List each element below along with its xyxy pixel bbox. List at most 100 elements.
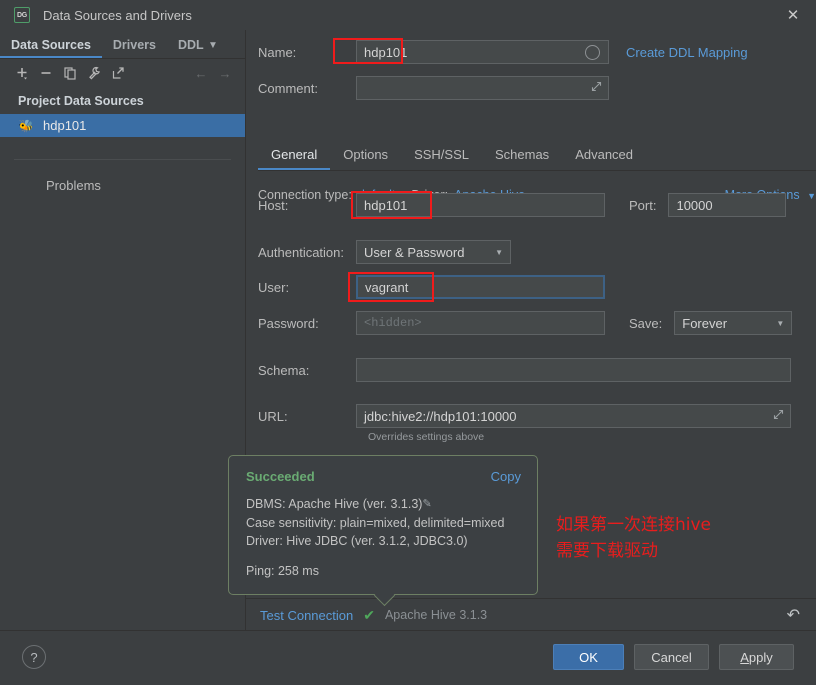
save-label: Save: (629, 315, 663, 331)
apply-label-mnemonic: A (740, 649, 749, 665)
tab-options[interactable]: Options (330, 147, 401, 170)
sidebar-toolbar: ← → (0, 59, 245, 87)
dialog-footer: ? OK Cancel Apply (0, 630, 816, 685)
comment-input[interactable] (356, 76, 609, 100)
sidebar-item-label: hdp101 (43, 118, 87, 133)
dialog-window: DG Data Sources and Drivers ✕ Data Sourc… (0, 0, 816, 685)
add-icon[interactable] (10, 62, 34, 84)
tooltip-body: DBMS: Apache Hive (ver. 3.1.3)✎ Case sen… (229, 484, 537, 550)
sidebar: Data Sources Drivers DDL ▼ ← → Project D… (0, 30, 246, 630)
window-title: Data Sources and Drivers (43, 7, 192, 23)
port-input-value: 10000 (676, 197, 713, 213)
test-connection-link[interactable]: Test Connection (260, 608, 353, 623)
help-button[interactable]: ? (22, 645, 46, 669)
revert-icon[interactable]: ↶ (787, 605, 800, 625)
comment-label: Comment: (258, 80, 318, 96)
tooltip-ping: Ping: 258 ms (246, 564, 319, 578)
port-input[interactable]: 10000 (668, 193, 787, 217)
name-row: Name: hdp101 Create DDL Mapping (258, 40, 748, 64)
chevron-down-icon: ▼ (776, 318, 785, 328)
back-arrow-icon[interactable]: ← (189, 62, 213, 84)
forward-arrow-icon[interactable]: → (213, 62, 237, 84)
hive-icon: 🐝 (18, 118, 34, 133)
host-label: Host: (258, 197, 289, 213)
password-label: Password: (258, 315, 319, 331)
check-icon: ✔ (363, 606, 375, 623)
tooltip-dbms-text: DBMS: Apache Hive (ver. 3.1.3) (246, 497, 423, 511)
remove-icon[interactable] (34, 62, 58, 84)
user-input[interactable]: vagrant (356, 275, 605, 299)
authentication-select[interactable]: User & Password ▼ (356, 240, 511, 264)
tooltip-status: Succeeded (246, 469, 315, 484)
sidebar-tab-data-sources[interactable]: Data Sources (0, 38, 102, 58)
sidebar-nav-group: ← → (189, 62, 237, 84)
name-input-value: hdp101 (364, 44, 408, 60)
sidebar-tab-drivers[interactable]: Drivers (102, 38, 167, 58)
datagrip-app-icon: DG (14, 7, 30, 23)
url-row: URL: jdbc:hive2://hdp101:10000 (258, 404, 791, 428)
schema-row: Schema: (258, 358, 791, 382)
user-label: User: (258, 279, 290, 295)
sidebar-tab-ddl[interactable]: DDL (167, 38, 204, 58)
host-input-value: hdp101 (364, 197, 408, 213)
sidebar-item-problems[interactable]: Problems (0, 160, 245, 193)
create-ddl-mapping-link[interactable]: Create DDL Mapping (626, 45, 748, 60)
annotation-line-2: 需要下载驱动 (556, 541, 658, 561)
password-placeholder: <hidden> (364, 316, 422, 330)
authentication-row: Authentication: User & Password ▼ (258, 240, 511, 264)
authentication-label: Authentication: (258, 244, 345, 260)
test-connection-bar: Test Connection ✔ Apache Hive 3.1.3 ↶ (246, 598, 816, 631)
name-input[interactable]: hdp101 (356, 40, 609, 64)
url-label: URL: (258, 408, 288, 424)
password-row: Password: <hidden> Save: Forever ▼ (258, 311, 793, 335)
url-input[interactable]: jdbc:hive2://hdp101:10000 (356, 404, 791, 428)
user-row: User: vagrant (258, 275, 605, 299)
tab-ssh-ssl[interactable]: SSH/SSL (401, 147, 482, 170)
wrench-icon[interactable] (82, 62, 106, 84)
tooltip-copy-link[interactable]: Copy (491, 469, 521, 484)
schema-input[interactable] (356, 358, 791, 382)
chevron-down-icon[interactable]: ▼ (204, 40, 226, 58)
comment-row: Comment: (258, 76, 609, 100)
tooltip-case-line: Case sensitivity: plain=mixed, delimited… (246, 516, 505, 530)
external-link-icon[interactable] (106, 62, 130, 84)
expand-icon[interactable] (773, 409, 784, 423)
name-label: Name: (258, 44, 297, 60)
authentication-value: User & Password (364, 244, 465, 260)
host-input[interactable]: hdp101 (356, 193, 605, 217)
settings-tabs: General Options SSH/SSL Schemas Advanced (258, 138, 816, 171)
tab-general[interactable]: General (258, 147, 330, 170)
url-hint: Overrides settings above (368, 431, 485, 443)
url-input-value: jdbc:hive2://hdp101:10000 (364, 408, 517, 424)
save-value: Forever (682, 315, 728, 331)
user-input-value: vagrant (365, 279, 409, 295)
color-indicator-icon[interactable] (585, 44, 600, 60)
sidebar-section-title: Project Data Sources (18, 94, 144, 108)
expand-icon[interactable] (591, 81, 602, 95)
sidebar-item-hdp101[interactable]: 🐝 hdp101 (0, 114, 245, 137)
annotation-chinese: 如果第一次连接hive 需要下载驱动 (556, 512, 711, 564)
test-connection-tooltip: Succeeded Copy DBMS: Apache Hive (ver. 3… (228, 455, 538, 607)
cancel-button[interactable]: Cancel (634, 644, 709, 670)
pencil-icon[interactable]: ✎ (422, 495, 431, 513)
close-icon[interactable]: ✕ (770, 0, 816, 30)
tab-advanced[interactable]: Advanced (562, 147, 646, 170)
tooltip-header: Succeeded Copy (229, 456, 537, 484)
tooltip-driver-line: Driver: Hive JDBC (ver. 3.1.2, JDBC3.0) (246, 534, 468, 548)
tooltip-dbms-line: DBMS: Apache Hive (ver. 3.1.3)✎ (246, 495, 520, 514)
sidebar-tabs: Data Sources Drivers DDL ▼ (0, 30, 245, 59)
annotation-line-1: 如果第一次连接hive (556, 515, 712, 535)
host-row: Host: hdp101 Port: 10000 (258, 193, 787, 217)
password-input[interactable]: <hidden> (356, 311, 605, 335)
apply-label-rest: pply (748, 649, 773, 665)
schema-label: Schema: (258, 362, 310, 378)
copy-icon[interactable] (58, 62, 82, 84)
ok-button[interactable]: OK (553, 644, 624, 670)
port-label: Port: (629, 197, 657, 213)
chevron-down-icon: ▼ (807, 191, 816, 201)
save-select[interactable]: Forever ▼ (674, 311, 793, 335)
apply-button[interactable]: Apply (719, 644, 794, 670)
chevron-down-icon: ▼ (495, 247, 503, 257)
driver-version-text: Apache Hive 3.1.3 (384, 608, 488, 622)
tab-schemas[interactable]: Schemas (482, 147, 562, 170)
